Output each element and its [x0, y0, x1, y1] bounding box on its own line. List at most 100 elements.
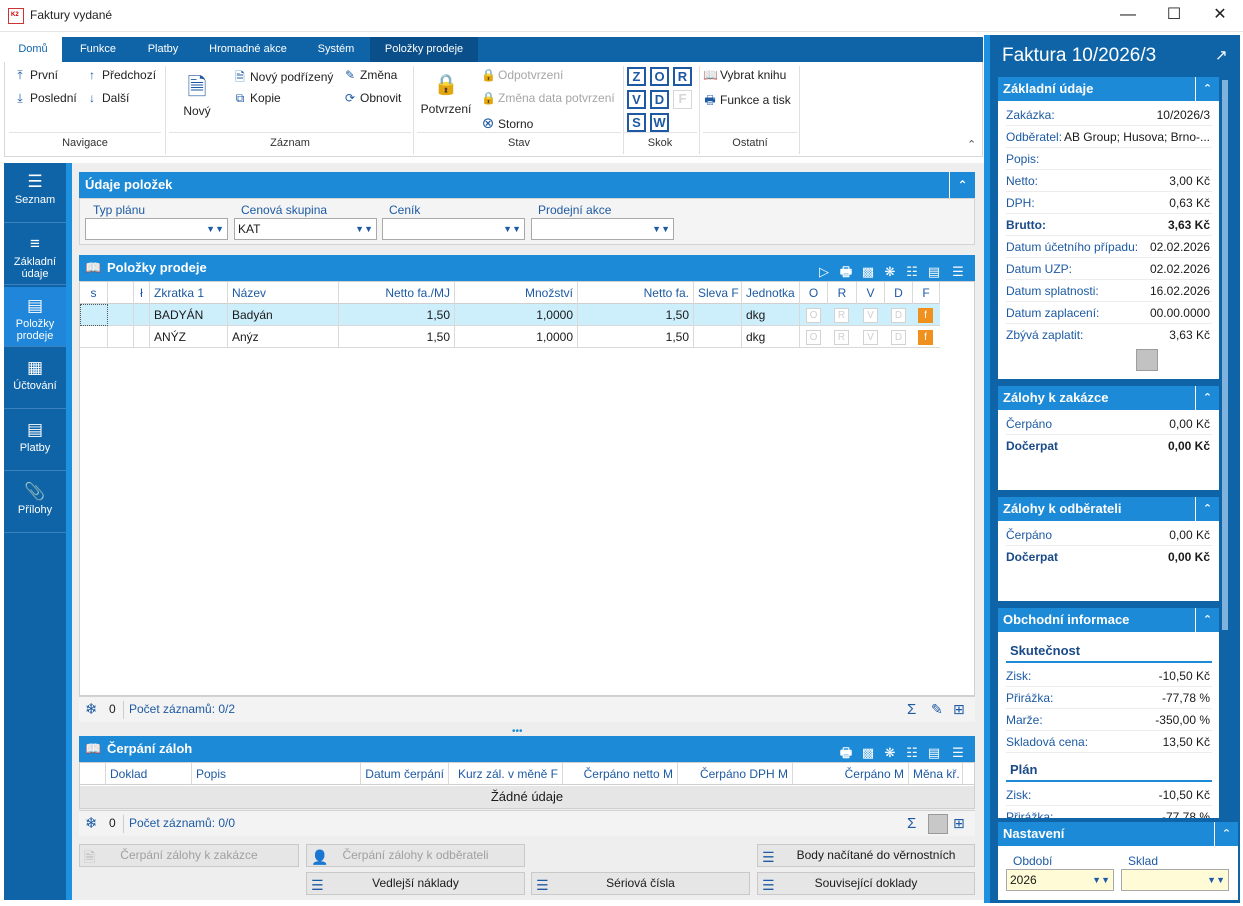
column-header-zkratka[interactable]: Zkratka 1 — [150, 282, 228, 304]
column-header-kurz[interactable]: Kurz zál. v měně F — [449, 763, 563, 785]
sklad-select[interactable]: ▼▼ — [1121, 869, 1229, 891]
column-header-blank[interactable] — [108, 282, 134, 304]
flag-f[interactable]: f — [918, 330, 933, 345]
right-panel-scrollbar[interactable] — [1222, 80, 1228, 630]
cerpani-zalohy-zakazka-button[interactable]: 🗎 Čerpání zálohy k zakázce — [79, 844, 299, 867]
prodejni-akce-select[interactable]: ▼▼ — [531, 218, 674, 240]
row-selector[interactable] — [80, 326, 108, 348]
select-book-button[interactable]: 📖 Vybrat knihu — [703, 68, 786, 82]
jump-r-button[interactable]: R — [673, 67, 692, 86]
column-header-s[interactable]: s — [80, 282, 108, 304]
collapse-icon[interactable]: ⌃ — [1214, 822, 1238, 846]
column-header-netto[interactable]: Netto fa. — [578, 282, 694, 304]
jump-o-button[interactable]: O — [650, 67, 669, 86]
body-vernostni-button[interactable]: ☰Body načítané do věrnostních prog... — [757, 844, 975, 883]
storno-button[interactable]: ⊗ Storno — [481, 114, 534, 132]
tab-hromadne-akce[interactable]: Hromadné akce — [196, 37, 300, 62]
column-header-netto-mj[interactable]: Netto fa./MJ — [339, 282, 455, 304]
column-header-r[interactable]: R — [828, 282, 857, 304]
column-header-d[interactable]: D — [885, 282, 913, 304]
column-header-datum-cerpani[interactable]: Datum čerpání — [361, 763, 449, 785]
add-record-icon[interactable]: ⊞ — [953, 697, 965, 722]
flag-o[interactable]: O — [806, 308, 821, 323]
vedlejsi-naklady-button[interactable]: ☰ Vedlejší náklady — [306, 872, 525, 895]
cenova-skupina-select[interactable]: KAT ▼▼ — [234, 218, 377, 240]
column-header-l[interactable]: ł — [134, 282, 150, 304]
flag-v[interactable]: V — [863, 330, 878, 345]
table-row[interactable]: BADYÁN Badyán 1,50 1,0000 1,50 dkg O R V… — [80, 304, 940, 326]
snowflake-icon[interactable]: ❄ — [85, 697, 98, 722]
collapse-icon[interactable]: ⌃ — [1195, 77, 1219, 101]
typ-planu-select[interactable]: ▼▼ — [85, 218, 228, 240]
flag-r[interactable]: R — [834, 330, 849, 345]
cenik-select[interactable]: ▼▼ — [382, 218, 525, 240]
column-header-cerpano-netto[interactable]: Čerpáno netto M — [563, 763, 678, 785]
jump-s-button[interactable]: S — [627, 113, 646, 132]
nav-seznam[interactable]: ☰ Seznam — [4, 163, 66, 223]
jump-w-button[interactable]: W — [650, 113, 669, 132]
column-header-sleva[interactable]: Sleva F — [694, 282, 742, 304]
jump-v-button[interactable]: V — [627, 90, 646, 109]
nav-uctovani[interactable]: ▦ Účtování — [4, 349, 66, 409]
new-button[interactable]: 🗎 Nový — [175, 70, 219, 118]
sum-icon[interactable]: Σ — [907, 811, 916, 836]
flag-o[interactable]: O — [806, 330, 821, 345]
copy-button[interactable]: ⧉ Kopie — [233, 91, 281, 106]
add-record-icon[interactable]: ⊞ — [953, 811, 965, 836]
collapse-icon[interactable]: ⌃ — [1195, 386, 1219, 410]
pencil-icon[interactable]: ✎ — [931, 697, 943, 722]
previous-button[interactable]: ↑ Předchozí — [85, 68, 156, 82]
flag-d[interactable]: D — [891, 308, 906, 323]
cerpani-zalohy-odberatel-button[interactable]: 👤 Čerpání zálohy k odběrateli — [306, 844, 525, 867]
column-header-f[interactable]: F — [913, 282, 940, 304]
tab-system[interactable]: Systém — [304, 37, 368, 62]
close-button[interactable]: ✕ — [1197, 0, 1243, 32]
refresh-button[interactable]: ⟳ Obnovit — [343, 91, 401, 105]
column-header-mnozstvi[interactable]: Množství — [455, 282, 578, 304]
row-selector[interactable] — [80, 304, 108, 326]
nav-polozky-prodeje[interactable]: ▤ Položky prodeje — [4, 287, 66, 347]
tab-platby[interactable]: Platby — [132, 37, 194, 62]
column-header-cerpano-dph[interactable]: Čerpáno DPH M — [678, 763, 793, 785]
flag-r[interactable]: R — [834, 308, 849, 323]
flag-d[interactable]: D — [891, 330, 906, 345]
ribbon-collapse-icon[interactable]: ⌃ — [967, 138, 976, 151]
collapse-icon[interactable]: ⌃ — [1195, 497, 1219, 521]
unconfirm-button[interactable]: 🔒 Odpotvrzení — [481, 68, 563, 82]
print-button[interactable]: 🖶 Funkce a tisk — [703, 91, 790, 112]
collapse-icon[interactable]: ⌃ — [1195, 608, 1219, 632]
new-child-button[interactable]: 🗎 Nový podřízený — [233, 68, 333, 89]
snowflake-icon[interactable]: ❄ — [85, 811, 98, 836]
status-square-icon[interactable] — [1136, 349, 1158, 371]
confirm-button[interactable]: 🔒 Potvrzení — [417, 72, 475, 116]
maximize-button[interactable]: ☐ — [1151, 0, 1197, 32]
edit-disabled-icon[interactable] — [928, 814, 948, 834]
column-header-o[interactable]: O — [800, 282, 828, 304]
next-button[interactable]: ↓ Další — [85, 91, 129, 105]
jump-d-button[interactable]: D — [650, 90, 669, 109]
tab-polozky-prodeje[interactable]: Položky prodeje — [370, 37, 478, 62]
souvisejici-doklady-button[interactable]: ☰ Související doklady — [757, 872, 975, 895]
collapse-icon[interactable]: ⌃ — [949, 172, 975, 198]
table-row[interactable]: ANÝZ Anýz 1,50 1,0000 1,50 dkg O R V D f — [80, 326, 940, 348]
jump-z-button[interactable]: Z — [627, 67, 646, 86]
column-header-jednotka[interactable]: Jednotka — [742, 282, 800, 304]
column-header-cerpano-m[interactable]: Čerpáno M — [793, 763, 909, 785]
nav-zakladni-udaje[interactable]: ≡ Základní údaje — [4, 225, 66, 285]
flag-v[interactable]: V — [863, 308, 878, 323]
column-header-doklad[interactable]: Doklad — [106, 763, 192, 785]
tab-funkce[interactable]: Funkce — [66, 37, 130, 62]
jump-f-button[interactable]: F — [673, 90, 692, 109]
column-header-v[interactable]: V — [857, 282, 885, 304]
column-header-nazev[interactable]: Název — [228, 282, 339, 304]
last-button[interactable]: ⤓ Poslední — [13, 91, 76, 106]
sum-icon[interactable]: Σ — [907, 697, 916, 722]
column-header-popis[interactable]: Popis — [192, 763, 361, 785]
minimize-button[interactable]: — — [1105, 0, 1151, 32]
tab-domu[interactable]: Domů — [4, 37, 62, 62]
change-date-button[interactable]: 🔒 Změna data potvrzení — [481, 91, 615, 105]
nav-prilohy[interactable]: 📎 Přílohy — [4, 473, 66, 533]
first-button[interactable]: ⤒ První — [13, 68, 58, 83]
column-header-mena[interactable]: Měna kř. — [909, 763, 963, 785]
edit-button[interactable]: ✎ Změna — [343, 68, 397, 82]
